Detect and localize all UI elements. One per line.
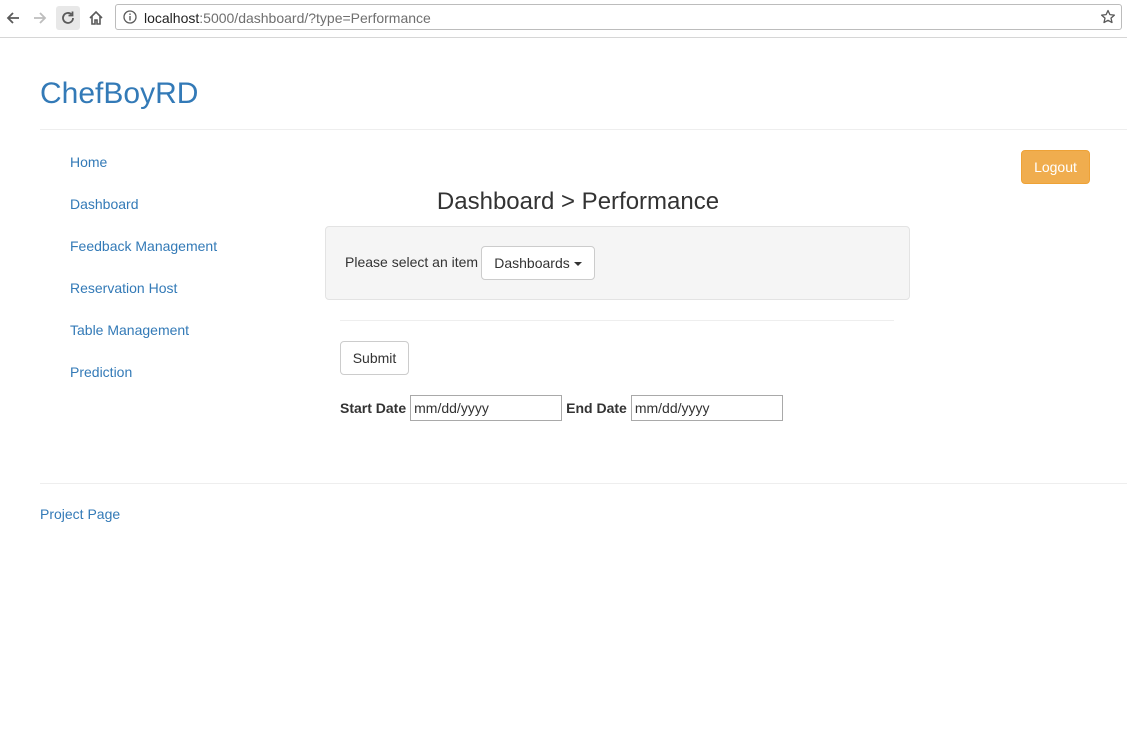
address-bar[interactable]: localhost:5000/dashboard/?type=Performan…	[115, 4, 1122, 30]
back-arrow-icon	[6, 12, 19, 24]
url-path: :5000/dashboard/?type=Performance	[199, 10, 431, 26]
info-icon[interactable]	[123, 10, 137, 24]
sidebar-item-prediction[interactable]: Prediction	[70, 362, 217, 404]
url-text[interactable]: localhost:5000/dashboard/?type=Performan…	[144, 10, 431, 26]
dashboards-dropdown[interactable]: Dashboards	[481, 246, 595, 280]
header-divider	[40, 129, 1127, 130]
end-date-input[interactable]: mm/dd/yyyy	[630, 395, 783, 421]
project-page-link[interactable]: Project Page	[40, 505, 120, 523]
home-button[interactable]	[84, 6, 108, 30]
logout-button[interactable]: Logout	[1021, 150, 1090, 184]
submit-button[interactable]: Submit	[340, 341, 409, 375]
caret-down-icon	[573, 262, 582, 266]
sidebar-item-reservation-host[interactable]: Reservation Host	[70, 278, 217, 320]
dropdown-label: Dashboards	[494, 255, 570, 271]
sidebar-item-home[interactable]: Home	[70, 152, 217, 194]
end-date-label: End Date	[566, 400, 627, 416]
content-divider	[340, 320, 894, 321]
sidebar-item-dashboard[interactable]: Dashboard	[70, 194, 217, 236]
date-range-form: Start Date mm/dd/yyyy End Date mm/dd/yyy…	[340, 395, 783, 421]
reload-icon	[62, 11, 74, 24]
sidebar-nav: Home Dashboard Feedback Management Reser…	[70, 152, 217, 404]
forward-button[interactable]	[28, 6, 52, 30]
url-host: localhost	[144, 10, 200, 26]
reload-button[interactable]	[56, 6, 80, 30]
brand-link[interactable]: ChefBoyRD	[40, 74, 198, 114]
sidebar-item-feedback-management[interactable]: Feedback Management	[70, 236, 217, 278]
forward-arrow-icon	[34, 12, 47, 24]
start-date-input[interactable]: mm/dd/yyyy	[410, 395, 563, 421]
start-date-label: Start Date	[340, 400, 407, 416]
page-title: Dashboard > Performance	[436, 188, 720, 215]
sidebar-item-table-management[interactable]: Table Management	[70, 320, 217, 362]
item-select-panel: Please select an item Dashboards	[325, 226, 910, 300]
star-icon[interactable]	[1100, 9, 1116, 25]
select-prompt: Please select an item	[345, 254, 479, 270]
home-icon	[89, 10, 103, 25]
browser-toolbar: localhost:5000/dashboard/?type=Performan…	[0, 0, 1127, 38]
footer-divider	[40, 483, 1127, 484]
back-button[interactable]	[1, 6, 25, 30]
